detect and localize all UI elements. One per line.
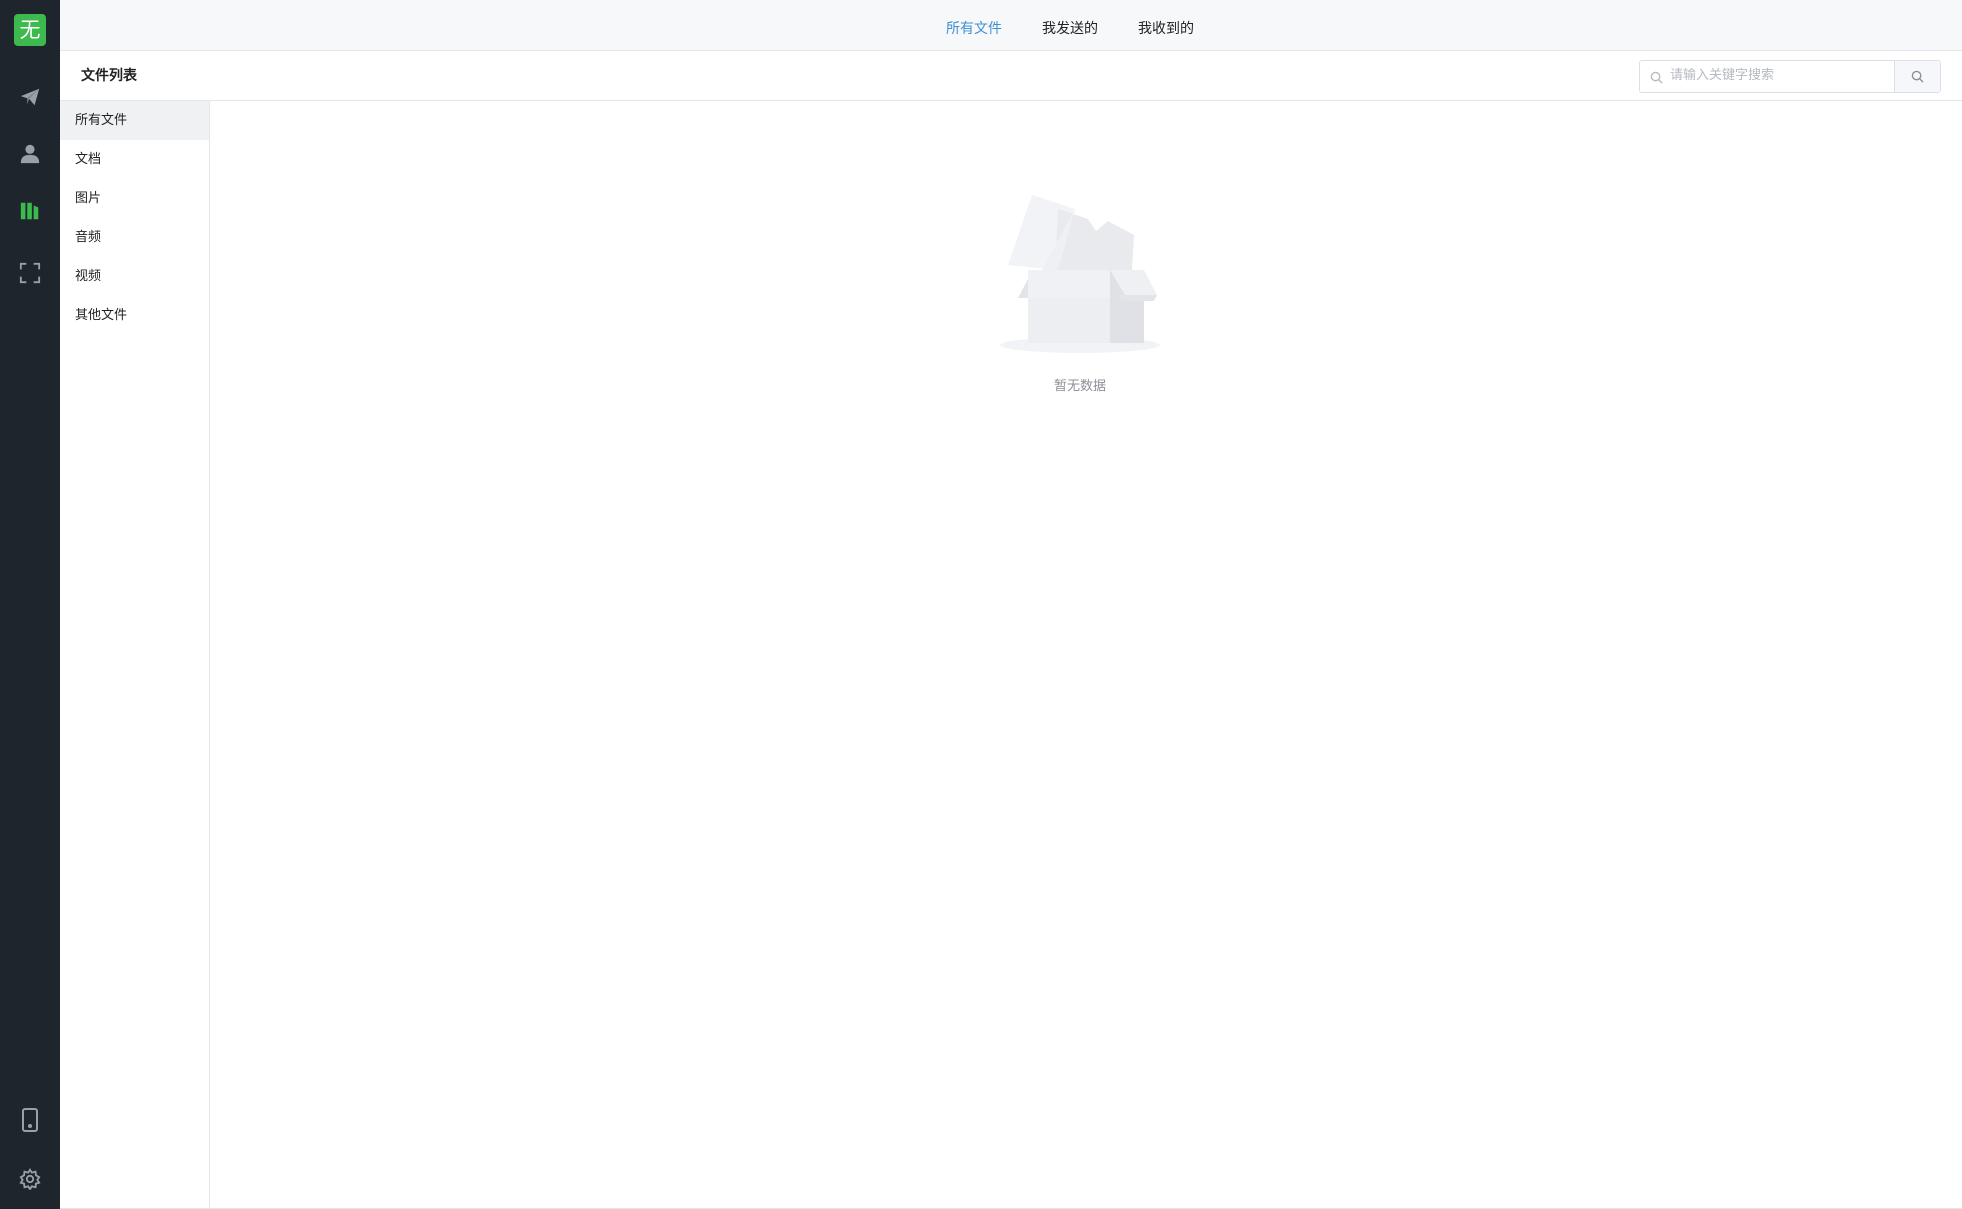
file-tabs: 所有文件 我发送的 我收到的: [946, 0, 1234, 50]
file-list-area: 暂无数据: [210, 101, 1962, 1209]
tab-all-files[interactable]: 所有文件: [946, 0, 1002, 50]
category-video[interactable]: 视频: [60, 257, 209, 296]
search-input[interactable]: [1640, 61, 1894, 90]
category-list: 所有文件 文档 图片 音频 视频 其他文件: [60, 101, 210, 1209]
search-icon: [1911, 70, 1924, 83]
settings-icon[interactable]: [15, 1164, 45, 1194]
title-bar: 文件列表: [60, 51, 1962, 101]
page-title: 文件列表: [81, 68, 137, 84]
nav-rail: 无: [0, 0, 60, 1209]
category-other-files[interactable]: 其他文件: [60, 296, 209, 335]
top-bar: 所有文件 我发送的 我收到的: [60, 0, 1962, 51]
empty-state-text: 暂无数据: [1053, 379, 1106, 394]
phone-icon[interactable]: [15, 1105, 45, 1135]
search-icon: [1650, 69, 1663, 88]
contacts-icon[interactable]: [15, 138, 45, 168]
category-all-files[interactable]: 所有文件: [60, 101, 209, 140]
category-audio[interactable]: 音频: [60, 218, 209, 257]
app-logo: 无: [14, 14, 46, 46]
category-images[interactable]: 图片: [60, 179, 209, 218]
tab-received[interactable]: 我收到的: [1138, 0, 1194, 50]
search-box: [1639, 60, 1941, 93]
tab-sent[interactable]: 我发送的: [1042, 0, 1098, 50]
scan-icon[interactable]: [15, 258, 45, 288]
empty-state: 暂无数据: [1000, 191, 1160, 394]
category-documents[interactable]: 文档: [60, 140, 209, 179]
search-button[interactable]: [1894, 61, 1940, 92]
search-field: [1640, 61, 1894, 92]
files-icon[interactable]: [15, 196, 45, 226]
empty-box-icon: [1000, 195, 1160, 353]
send-icon[interactable]: [15, 82, 45, 112]
